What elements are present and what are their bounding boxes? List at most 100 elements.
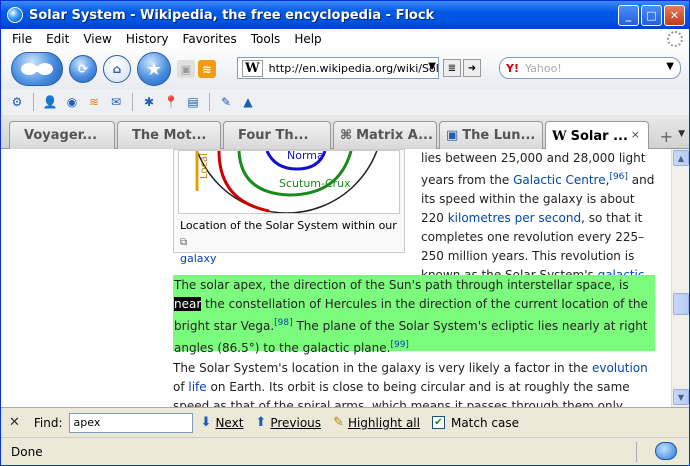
apex-text-start: The solar apex, the direction of the Sun… [174, 278, 629, 292]
figure-thumbnail: Norma Scutum-Crux Local Location of the … [173, 149, 405, 265]
media-icon[interactable]: ◉ [64, 94, 80, 110]
figure-caption: Location of the Solar System within our … [180, 218, 400, 267]
find-input[interactable]: apex [68, 412, 193, 433]
search-box[interactable]: Y! Yahoo! ▼ [499, 57, 681, 79]
tab-close-button[interactable]: × [631, 128, 640, 141]
find-next-button[interactable]: ⬇ Next [201, 415, 244, 430]
article-link[interactable]: life [188, 380, 206, 394]
galaxy-diagram: Norma Scutum-Crux Local [195, 151, 378, 213]
toolbar-separator [132, 93, 133, 111]
menu-view[interactable]: View [76, 32, 118, 46]
webclip-icon[interactable]: ▤ [185, 94, 201, 110]
menu-favorites[interactable]: Favorites [176, 32, 244, 46]
article-text: The Solar System's location in the galax… [173, 361, 592, 375]
highlight-all-button[interactable]: ✎ Highlight all [333, 415, 420, 430]
vertical-scrollbar[interactable]: ▲ ▼ [671, 149, 689, 407]
page-content: Norma Scutum-Crux Local Location of the … [1, 149, 671, 407]
toolbar-separator [33, 93, 34, 111]
pin-icon[interactable]: 📍 [163, 94, 179, 110]
scroll-down-button[interactable]: ▼ [673, 389, 689, 405]
tab-matrix-a[interactable]: ⌘ Matrix A... [333, 121, 437, 149]
menu-edit[interactable]: Edit [39, 32, 76, 46]
scroll-thumb[interactable] [673, 293, 689, 315]
feeds-icon[interactable]: ≋ [86, 94, 102, 110]
favorites-star-button[interactable]: ★ [137, 52, 171, 86]
status-divider [636, 442, 637, 462]
tab-strip: Voyager... The Mot... Four Th... ⌘ Matri… [1, 115, 689, 150]
caption-galaxy-link[interactable]: galaxy [180, 252, 217, 265]
url-text: http://en.wikipedia.org/wiki/Sol [268, 61, 439, 75]
go-arrow-icon: ➜ [467, 62, 477, 74]
find-match-highlight: near [174, 297, 202, 311]
article-text: of [173, 380, 189, 394]
menu-file[interactable]: File [5, 32, 39, 46]
article-link[interactable]: evolution [592, 361, 648, 375]
galaxy-map-image[interactable]: Norma Scutum-Crux Local [178, 150, 400, 214]
enlarge-icon[interactable]: ⧉ [180, 237, 187, 248]
matrix-favicon-icon: ⌘ [340, 128, 353, 143]
clip-button[interactable]: ▣ [177, 60, 195, 78]
article-link[interactable]: kilometres per second [448, 211, 581, 225]
tab-label: Solar ... [570, 128, 628, 144]
window-title: Solar System - Wikipedia, the free encyc… [29, 7, 435, 23]
toolbar-separator [209, 93, 210, 111]
find-input-value: apex [73, 416, 101, 429]
tab-the-lun[interactable]: ▣ The Lun... [439, 121, 543, 149]
star-sparkle-icon[interactable]: ✱ [141, 94, 157, 110]
article-text: on Earth. Its orbit is close to being ci… [173, 380, 630, 407]
chat-bubble-icon[interactable] [655, 442, 677, 460]
address-bar[interactable]: W http://en.wikipedia.org/wiki/Sol ▼ [237, 57, 439, 79]
citation-link[interactable]: [96] [609, 172, 627, 182]
yahoo-engine-icon[interactable]: Y! [506, 62, 519, 75]
rss-button[interactable]: ≋ [198, 60, 216, 78]
close-button[interactable]: ✕ [664, 5, 685, 26]
upload-icon[interactable]: ▲ [240, 94, 256, 110]
menu-tools[interactable]: Tools [244, 32, 288, 46]
search-placeholder: Yahoo! [524, 61, 562, 75]
status-text: Done [11, 444, 43, 459]
highlighted-paragraph-solar-apex: The solar apex, the direction of the Sun… [173, 275, 655, 355]
tab-four-th[interactable]: Four Th... [223, 121, 331, 149]
find-close-icon[interactable]: ✕ [9, 415, 20, 430]
page-action-icon: ≣ [447, 62, 457, 74]
match-case-checkbox[interactable]: ✔ Match case [431, 416, 519, 430]
reload-button[interactable]: ⟳ [69, 55, 97, 83]
menu-help[interactable]: Help [287, 32, 328, 46]
paragraph-life-location: The Solar System's location in the galax… [173, 359, 657, 407]
blog-editor-icon[interactable]: ✎ [218, 94, 234, 110]
url-dropdown-icon[interactable]: ▼ [428, 61, 436, 72]
search-dropdown-icon[interactable]: ▼ [666, 61, 674, 72]
citation-98[interactable]: [98] [274, 318, 292, 328]
home-button[interactable]: ⌂ [103, 55, 131, 83]
citation-99[interactable]: [99] [390, 340, 408, 350]
mail-icon[interactable]: ✉ [108, 94, 124, 110]
back-forward-icon [21, 63, 53, 75]
flock-logo-icon [7, 7, 23, 23]
new-tab-button[interactable]: + [660, 127, 673, 146]
page-action-button[interactable]: ≣ [443, 59, 461, 77]
tab-solar-system[interactable]: W Solar ... × [545, 121, 649, 150]
title-bar[interactable]: Solar System - Wikipedia, the free encyc… [1, 1, 689, 29]
highlight-all-label: Highlight all [347, 415, 420, 430]
find-label: Find: [33, 415, 63, 430]
go-button[interactable]: ➜ [463, 59, 481, 77]
checkmark-icon: ✔ [431, 416, 445, 429]
tab-the-mot[interactable]: The Mot... [117, 121, 221, 149]
people-icon[interactable]: 👤 [42, 94, 58, 110]
tab-label: Voyager... [24, 128, 98, 143]
tab-label: Matrix A... [356, 128, 433, 143]
tab-list-dropdown-icon[interactable]: ▼ [678, 129, 685, 139]
find-previous-button[interactable]: ⬆ Previous [255, 415, 321, 430]
scroll-up-button[interactable]: ▲ [673, 150, 689, 166]
maximize-button[interactable]: □ [641, 5, 662, 26]
article-link[interactable]: Galactic Centre [513, 173, 606, 187]
sidebar-toggle-icon[interactable]: ⚙ [9, 94, 25, 110]
menu-history[interactable]: History [119, 32, 176, 46]
menu-bar: File Edit View History Favorites Tools H… [1, 29, 689, 49]
tab-label: The Lun... [462, 128, 536, 143]
minimize-button[interactable]: _ [618, 5, 639, 26]
tab-voyager[interactable]: Voyager... [9, 121, 115, 149]
back-forward-button[interactable] [11, 52, 63, 86]
wikipedia-tab-icon: W [552, 128, 567, 144]
star-icon: ★ [145, 58, 163, 80]
